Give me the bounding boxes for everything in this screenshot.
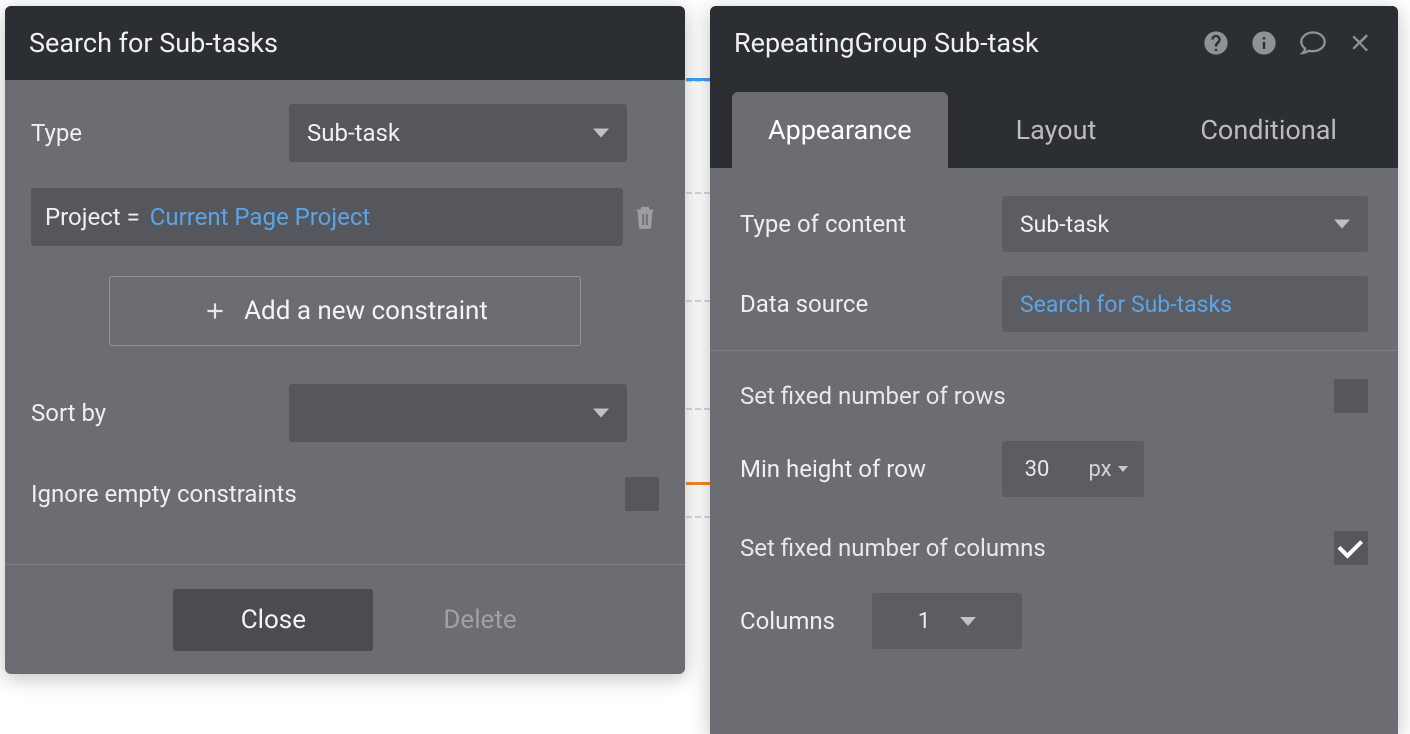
chevron-down-icon	[593, 409, 609, 418]
plus-icon	[202, 298, 228, 324]
element-editor-panel: RepeatingGroup Sub-task Appearance Layou…	[710, 6, 1398, 734]
tab-label: Layout	[1016, 114, 1097, 146]
type-of-content-select[interactable]: Sub-task	[1002, 196, 1368, 252]
data-source-field[interactable]: Search for Sub-tasks	[1002, 276, 1368, 332]
chevron-down-icon	[1118, 466, 1128, 472]
panel-title-text: Search for Sub-tasks	[29, 27, 278, 59]
panel-header-right: RepeatingGroup Sub-task	[710, 6, 1398, 80]
constraint-expression[interactable]: Current Page Project	[150, 203, 371, 231]
unit-value: px	[1088, 457, 1111, 482]
min-row-height-unit-select[interactable]: px	[1072, 457, 1144, 482]
data-source-value: Search for Sub-tasks	[1020, 291, 1232, 318]
close-button[interactable]: Close	[173, 589, 373, 651]
section-divider	[710, 350, 1398, 351]
min-row-height-value[interactable]: 30	[1002, 457, 1072, 482]
fixed-cols-checkbox[interactable]	[1334, 531, 1368, 565]
type-select[interactable]: Sub-task	[289, 104, 627, 162]
trash-icon	[634, 204, 656, 230]
add-constraint-label: Add a new constraint	[244, 296, 488, 326]
type-of-content-label: Type of content	[740, 210, 1002, 238]
constraint-field: Project =	[45, 203, 140, 231]
tabs-bar: Appearance Layout Conditional	[710, 80, 1398, 168]
constraint-row[interactable]: Project = Current Page Project	[31, 188, 623, 246]
fixed-rows-checkbox[interactable]	[1334, 379, 1368, 413]
close-panel-button[interactable]	[1348, 30, 1374, 56]
sortby-label: Sort by	[31, 399, 289, 427]
type-value: Sub-task	[307, 119, 400, 147]
help-icon	[1202, 29, 1230, 57]
type-label: Type	[31, 119, 289, 147]
header-icon-bar	[1202, 29, 1374, 57]
help-button[interactable]	[1202, 29, 1230, 57]
columns-label: Columns	[740, 607, 872, 635]
tab-layout[interactable]: Layout	[980, 92, 1133, 168]
sortby-select[interactable]	[289, 384, 627, 442]
chevron-down-icon	[593, 129, 609, 138]
panel-title-left: Search for Sub-tasks	[5, 6, 685, 80]
chevron-down-icon	[960, 617, 976, 626]
delete-constraint-button[interactable]	[631, 204, 659, 230]
data-source-label: Data source	[740, 290, 1002, 318]
comment-button[interactable]	[1298, 29, 1328, 57]
fixed-cols-label: Set fixed number of columns	[740, 534, 1046, 562]
min-row-height-label: Min height of row	[740, 455, 1002, 483]
columns-select[interactable]: 1	[872, 593, 1022, 649]
tab-label: Conditional	[1200, 114, 1337, 146]
tab-conditional[interactable]: Conditional	[1164, 92, 1373, 168]
add-constraint-button[interactable]: Add a new constraint	[109, 276, 581, 346]
ignore-empty-checkbox[interactable]	[625, 477, 659, 511]
search-subtasks-panel: Search for Sub-tasks Type Sub-task Proje…	[5, 6, 685, 674]
tab-label: Appearance	[768, 114, 912, 146]
tab-appearance[interactable]: Appearance	[732, 92, 948, 168]
panel-footer-left: Close Delete	[5, 564, 685, 674]
speech-bubble-icon	[1298, 29, 1328, 57]
info-icon	[1250, 29, 1278, 57]
columns-value: 1	[918, 609, 930, 634]
delete-button-label: Delete	[443, 605, 516, 635]
close-icon	[1348, 30, 1374, 56]
element-title: RepeatingGroup Sub-task	[734, 27, 1039, 59]
canvas-guides	[686, 0, 710, 734]
delete-button[interactable]: Delete	[443, 605, 516, 635]
close-button-label: Close	[241, 605, 306, 635]
fixed-rows-label: Set fixed number of rows	[740, 382, 1006, 410]
type-of-content-value: Sub-task	[1020, 211, 1109, 238]
min-row-height-input[interactable]: 30 px	[1002, 441, 1144, 497]
chevron-down-icon	[1334, 220, 1350, 229]
ignore-empty-label: Ignore empty constraints	[31, 480, 297, 508]
info-button[interactable]	[1250, 29, 1278, 57]
